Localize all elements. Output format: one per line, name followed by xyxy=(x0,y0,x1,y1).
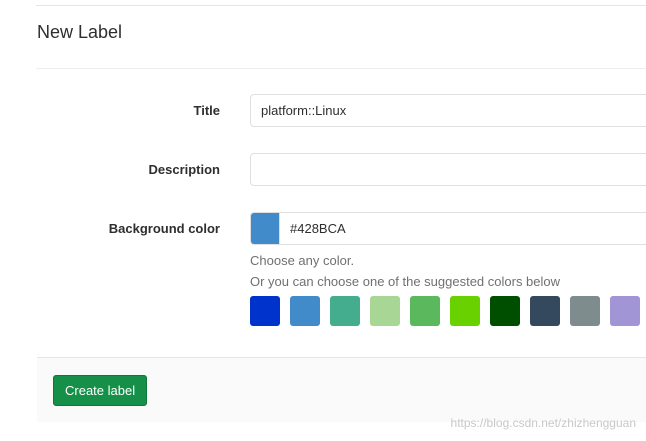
color-help-text: Choose any color. xyxy=(250,253,355,268)
suggested-colors-help-text: Or you can choose one of the suggested c… xyxy=(250,274,561,289)
top-divider xyxy=(36,5,646,6)
color-swatch[interactable] xyxy=(570,296,600,326)
color-swatch[interactable] xyxy=(610,296,640,326)
page-title: New Label xyxy=(37,22,123,42)
watermark: https://blog.csdn.net/zhizhengguan xyxy=(450,416,636,430)
color-swatch[interactable] xyxy=(450,296,480,326)
title-divider xyxy=(36,68,646,69)
form-actions: Create label xyxy=(37,357,646,422)
background-color-label: Background color xyxy=(108,221,220,236)
color-preview[interactable] xyxy=(251,213,279,244)
color-swatch[interactable] xyxy=(490,296,520,326)
description-input[interactable] xyxy=(250,153,646,186)
background-color-input[interactable] xyxy=(279,213,646,244)
color-swatch[interactable] xyxy=(530,296,560,326)
color-swatch[interactable] xyxy=(370,296,400,326)
title-label: Title xyxy=(193,103,221,118)
color-swatch[interactable] xyxy=(250,296,280,326)
color-swatch[interactable] xyxy=(330,296,360,326)
color-swatch[interactable] xyxy=(410,296,440,326)
create-label-button[interactable]: Create label xyxy=(53,375,148,406)
title-input[interactable] xyxy=(250,94,646,127)
description-label: Description xyxy=(148,162,220,177)
background-color-field xyxy=(250,212,646,245)
color-swatch[interactable] xyxy=(290,296,320,326)
